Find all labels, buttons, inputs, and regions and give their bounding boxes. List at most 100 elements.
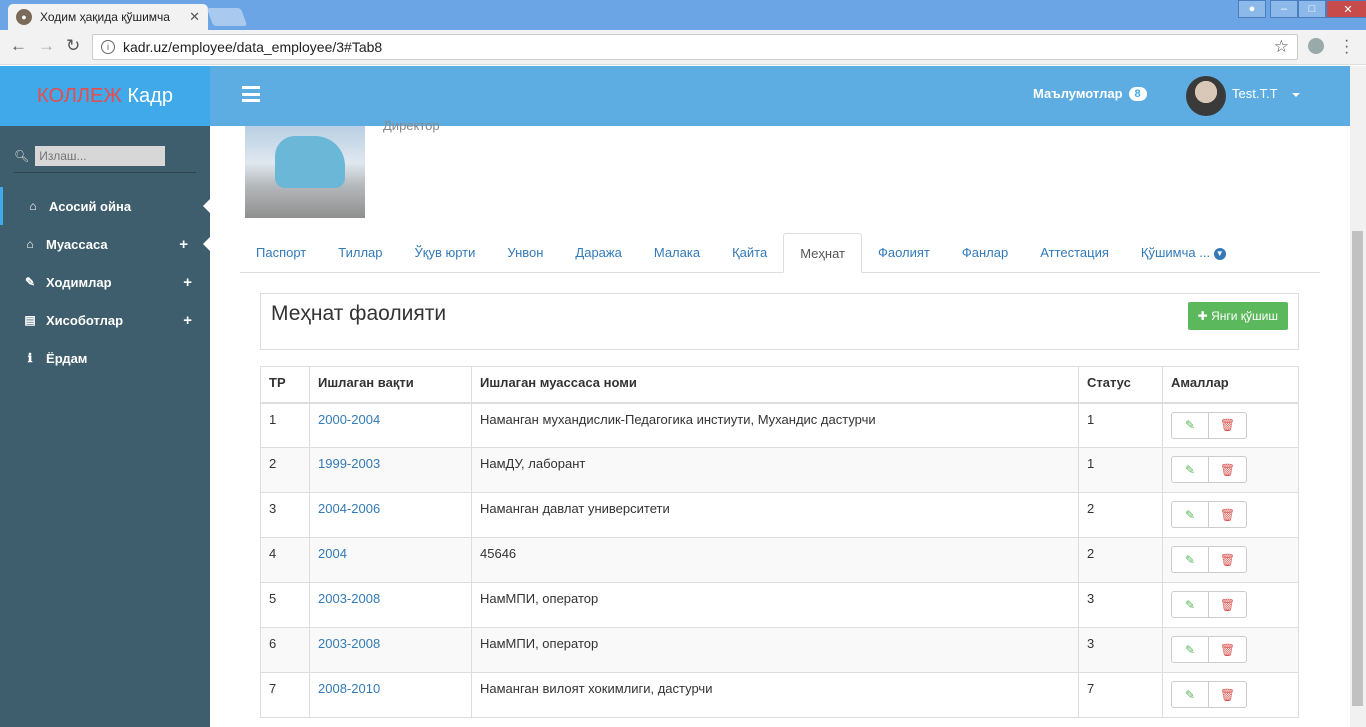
close-tab-icon[interactable]: ✕ <box>189 9 200 25</box>
avatar[interactable] <box>1186 76 1226 116</box>
url-field[interactable]: i kadr.uz/employee/data_employee/3#Tab8 … <box>92 34 1298 60</box>
period-link[interactable]: 2004-2006 <box>318 501 380 516</box>
tab-subjects[interactable]: Фанлар <box>946 233 1024 272</box>
browser-menu-icon[interactable]: · · · <box>1344 33 1349 61</box>
home-icon: ⌂ <box>26 237 34 251</box>
new-tab-button[interactable] <box>206 8 248 26</box>
extension-icon[interactable] <box>1308 38 1324 54</box>
delete-button[interactable]: 🗑︎ <box>1209 636 1247 663</box>
chevron-down-icon: ▼ <box>1213 247 1226 260</box>
page-scrollbar[interactable] <box>1350 66 1366 727</box>
tab-education[interactable]: Ўқув юрти <box>399 233 492 272</box>
tab-retraining[interactable]: Қайта <box>716 233 783 272</box>
row-period: 1999-2003 <box>309 447 472 493</box>
sidebar-item-home[interactable]: ⌂ Асосий ойна <box>0 187 210 225</box>
period-link[interactable]: 2003-2008 <box>318 636 380 651</box>
row-status: 7 <box>1078 672 1163 718</box>
period-link[interactable]: 2004 <box>318 546 347 561</box>
row-status: 3 <box>1078 582 1163 628</box>
tab-attestation[interactable]: Аттестация <box>1024 233 1125 272</box>
window-controls: ● – □ ✕ <box>1238 0 1366 20</box>
search-icon: 🔍︎ <box>14 149 30 163</box>
info-icon[interactable]: i <box>101 40 115 54</box>
row-number: 4 <box>260 537 310 583</box>
user-name[interactable]: Test.T.T <box>1232 86 1278 101</box>
minimize-button[interactable]: – <box>1270 0 1298 18</box>
tab-qualification[interactable]: Малака <box>638 233 716 272</box>
app-logo[interactable]: КОЛЛЕЖ Кадр <box>0 66 210 126</box>
scrollbar-thumb[interactable] <box>1352 231 1363 706</box>
home-icon: ⌂ <box>29 199 37 213</box>
edit-button[interactable]: ✎ <box>1171 681 1209 708</box>
back-icon[interactable]: ← <box>10 36 27 56</box>
search-input[interactable] <box>35 146 166 166</box>
row-organization: 45646 <box>471 537 1079 583</box>
forward-icon[interactable]: → <box>38 36 55 56</box>
delete-button[interactable]: 🗑︎ <box>1209 681 1247 708</box>
expand-plus-icon[interactable]: + <box>183 274 192 291</box>
row-organization: НамМПИ, оператор <box>471 627 1079 673</box>
edit-button[interactable]: ✎ <box>1171 411 1209 439</box>
add-new-button[interactable]: ✚ Янги қўшиш <box>1187 302 1288 330</box>
edit-button[interactable]: ✎ <box>1171 501 1209 528</box>
tab-work[interactable]: Меҳнат <box>783 233 862 273</box>
close-window-button[interactable]: ✕ <box>1326 0 1366 18</box>
delete-button[interactable]: 🗑︎ <box>1209 501 1247 528</box>
menu-toggle-icon[interactable] <box>242 86 260 102</box>
maximize-button[interactable]: □ <box>1298 0 1326 18</box>
submenu-marker <box>203 237 210 251</box>
delete-button[interactable]: 🗑︎ <box>1209 456 1247 483</box>
tab-passport[interactable]: Паспорт <box>240 233 322 272</box>
delete-button[interactable]: 🗑︎ <box>1209 546 1247 573</box>
tab-more-label: Қўшимча ... <box>1140 245 1211 260</box>
sidebar-item-reports[interactable]: ▤ Хисоботлар + <box>0 301 210 339</box>
notifications-link[interactable]: Маълумотлар 8 <box>1033 86 1147 101</box>
col-header-number: ТР <box>260 366 310 404</box>
list-icon: ▤ <box>24 313 36 327</box>
row-status: 2 <box>1078 492 1163 538</box>
expand-plus-icon[interactable]: + <box>183 312 192 329</box>
row-status: 3 <box>1078 627 1163 673</box>
tab-languages[interactable]: Тиллар <box>322 233 398 272</box>
tab-more[interactable]: Қўшимча ... ▼ <box>1125 233 1242 272</box>
period-link[interactable]: 2008-2010 <box>318 681 380 696</box>
edit-button[interactable]: ✎ <box>1171 456 1209 483</box>
period-link[interactable]: 1999-2003 <box>318 456 380 471</box>
period-link[interactable]: 2000-2004 <box>318 412 380 427</box>
reload-icon[interactable]: ↻ <box>66 36 80 56</box>
active-marker <box>203 199 210 213</box>
table-row: 2 1999-2003 НамДУ, лаборант 1 ✎ 🗑︎ <box>260 447 1299 493</box>
sidebar-item-institution[interactable]: ⌂ Муассаса + <box>0 225 210 263</box>
row-status: 1 <box>1078 447 1163 493</box>
top-navbar: Маълумотлар 8 Test.T.T <box>210 66 1350 126</box>
expand-plus-icon[interactable]: + <box>179 236 188 253</box>
row-actions: ✎ 🗑︎ <box>1162 582 1299 628</box>
sidebar-item-help[interactable]: ℹ Ёрдам <box>0 339 210 377</box>
table-row: 1 2000-2004 Наманган мухандислик-Педагогик… <box>260 402 1299 448</box>
sidebar-item-employees[interactable]: ✎ Ходимлар + <box>0 263 210 301</box>
row-number: 6 <box>260 627 310 673</box>
tab-title[interactable]: Унвон <box>491 233 559 272</box>
caret-down-icon[interactable] <box>1292 93 1300 97</box>
edit-button[interactable]: ✎ <box>1171 546 1209 573</box>
bookmark-star-icon[interactable]: ☆ <box>1274 37 1289 57</box>
profile-icon[interactable]: ● <box>1238 0 1266 18</box>
row-actions: ✎ 🗑︎ <box>1162 627 1299 673</box>
tab-degree[interactable]: Даража <box>559 233 637 272</box>
row-period: 2000-2004 <box>309 402 472 448</box>
row-actions: ✎ 🗑︎ <box>1162 447 1299 493</box>
delete-button[interactable]: 🗑︎ <box>1209 591 1247 618</box>
browser-tab[interactable]: ● Ходим ҳақида қўшимча ✕ <box>8 4 208 30</box>
brand-white-text: Кадр <box>127 84 173 107</box>
period-link[interactable]: 2003-2008 <box>318 591 380 606</box>
delete-button[interactable]: 🗑︎ <box>1209 411 1247 439</box>
row-actions: ✎ 🗑︎ <box>1162 672 1299 718</box>
sidebar-item-label: Ходимлар <box>46 274 112 290</box>
sidebar-search: 🔍︎ <box>14 146 196 173</box>
edit-button[interactable]: ✎ <box>1171 636 1209 663</box>
tab-activity[interactable]: Фаолият <box>862 233 946 272</box>
edit-button[interactable]: ✎ <box>1171 591 1209 618</box>
notifications-badge: 8 <box>1128 86 1147 101</box>
row-period: 2003-2008 <box>309 627 472 673</box>
row-number: 1 <box>260 402 310 448</box>
